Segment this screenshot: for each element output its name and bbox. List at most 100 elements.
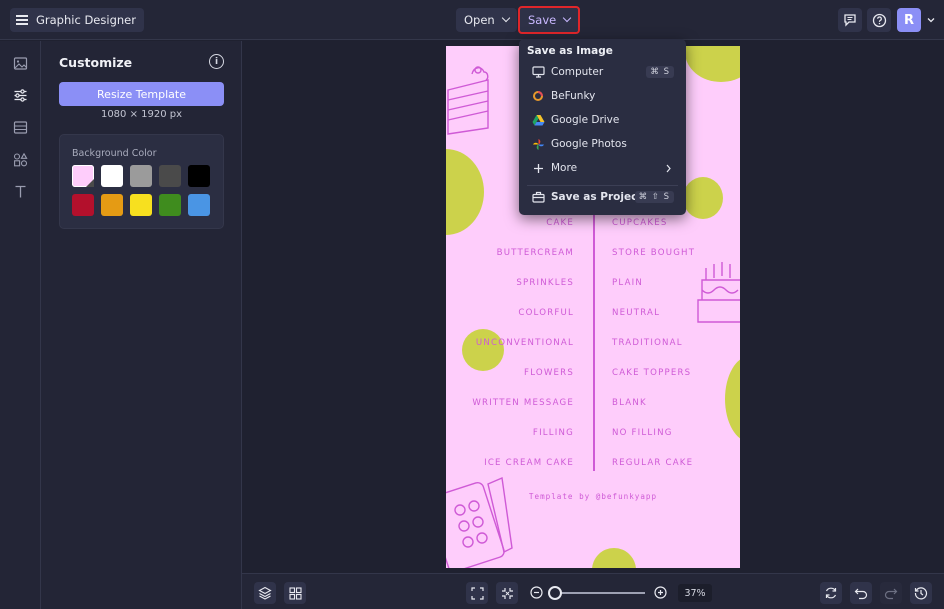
- color-swatch[interactable]: [188, 165, 210, 187]
- decor-circle: [592, 548, 636, 568]
- design-left-item: BUTTERCREAM: [496, 248, 574, 258]
- design-left-item: CAKE: [546, 218, 574, 228]
- plus-icon: [531, 161, 545, 175]
- comments-button[interactable]: [838, 8, 862, 32]
- redo-button[interactable]: [880, 582, 902, 604]
- info-icon[interactable]: i: [209, 54, 224, 69]
- design-left-item: ICE CREAM CAKE: [484, 458, 574, 468]
- menu-item-label: Computer: [551, 66, 604, 78]
- background-color-label: Background Color: [72, 148, 157, 159]
- save-computer-item[interactable]: Computer ⌘ S: [519, 61, 686, 83]
- grid-button[interactable]: [284, 582, 306, 604]
- decor-circle: [683, 177, 723, 219]
- design-left-item: UNCONVENTIONAL: [475, 338, 574, 348]
- rotate-button[interactable]: [820, 582, 842, 604]
- decor-circle: [446, 149, 484, 235]
- save-google-drive-item[interactable]: Google Drive: [519, 109, 686, 131]
- menu-item-label: Save as Project: [551, 191, 643, 203]
- decor-circle: [685, 46, 740, 82]
- save-dropdown[interactable]: Save: [518, 6, 581, 34]
- color-swatch[interactable]: [72, 194, 94, 216]
- account-chevron-icon[interactable]: [926, 15, 936, 25]
- zoom-slider-track[interactable]: [555, 592, 645, 594]
- template-dimensions: 1080 × 1920 px: [100, 109, 183, 120]
- design-right-item: NO FILLING: [612, 428, 673, 438]
- monitor-icon: [531, 65, 545, 79]
- open-dropdown[interactable]: Open: [456, 8, 517, 32]
- baking-tray-illustration: [446, 476, 513, 568]
- history-icon: [914, 587, 928, 600]
- google-drive-icon: [531, 113, 545, 127]
- shortcut-badge: ⌘ S: [646, 66, 674, 78]
- background-color-card: Background Color: [59, 134, 224, 229]
- color-swatch[interactable]: [130, 194, 152, 216]
- design-right-item: TRADITIONAL: [612, 338, 683, 348]
- template-credit: Template by @befunkyapp: [528, 492, 658, 501]
- befunky-icon: [531, 89, 545, 103]
- fit-screen-button[interactable]: [466, 582, 488, 604]
- expand-icon: [470, 586, 484, 600]
- design-right-item: CAKE TOPPERS: [612, 368, 692, 378]
- cake-slice-illustration: [447, 66, 489, 135]
- zoom-in-icon[interactable]: [654, 586, 667, 599]
- color-swatch[interactable]: [159, 194, 181, 216]
- sliders-icon[interactable]: [12, 87, 29, 104]
- swatch-selected[interactable]: [72, 165, 94, 187]
- resize-template-button[interactable]: Resize Template: [59, 82, 224, 106]
- save-google-photos-item[interactable]: Google Photos: [519, 133, 686, 155]
- tool-rail: [0, 41, 41, 609]
- zoom-slider-handle[interactable]: [548, 586, 562, 600]
- design-right-item: REGULAR CAKE: [612, 458, 694, 468]
- save-more-item[interactable]: More: [519, 157, 686, 179]
- app-menu-button[interactable]: Graphic Designer: [10, 8, 144, 32]
- image-icon[interactable]: [12, 55, 29, 72]
- comment-icon: [844, 14, 856, 27]
- selected-corner-mark: [86, 179, 94, 187]
- zoom-level[interactable]: 37%: [678, 584, 712, 602]
- text-icon[interactable]: [12, 183, 29, 200]
- design-left-item: COLORFUL: [518, 308, 574, 318]
- chevron-down-icon: [501, 13, 510, 23]
- top-bar: Graphic Designer Open Save R: [0, 0, 944, 40]
- design-left-item: SPRINKLES: [516, 278, 574, 288]
- color-swatch[interactable]: [188, 194, 210, 216]
- history-button[interactable]: [910, 582, 932, 604]
- save-as-image-heading: Save as Image: [527, 45, 613, 57]
- app-title: Graphic Designer: [36, 13, 136, 27]
- menu-item-label: Google Photos: [551, 138, 627, 150]
- color-swatch[interactable]: [130, 165, 152, 187]
- shortcut-badge: ⌘ ⇧ S: [634, 191, 674, 203]
- hamburger-icon: [16, 15, 28, 25]
- redo-icon: [884, 588, 898, 599]
- collapse-icon: [501, 587, 513, 599]
- design-right-item: BLANK: [612, 398, 647, 408]
- decor-circle: [462, 329, 504, 371]
- menu-item-label: More: [551, 162, 578, 174]
- layout-icon[interactable]: [12, 119, 29, 136]
- color-swatch[interactable]: [101, 194, 123, 216]
- layers-button[interactable]: [254, 582, 276, 604]
- shapes-icon[interactable]: [12, 151, 29, 168]
- decor-circle: [725, 356, 740, 442]
- save-befunky-item[interactable]: BeFunky: [519, 85, 686, 107]
- color-swatch[interactable]: [101, 165, 123, 187]
- help-button[interactable]: [867, 8, 891, 32]
- refresh-icon: [825, 587, 837, 599]
- undo-button[interactable]: [850, 582, 872, 604]
- avatar[interactable]: R: [897, 8, 921, 32]
- save-as-project-item[interactable]: Save as Project ⌘ ⇧ S: [519, 186, 686, 208]
- chevron-down-icon: [562, 13, 572, 23]
- design-right-item: NEUTRAL: [612, 308, 661, 318]
- zoom-out-icon[interactable]: [530, 586, 543, 599]
- design-left-item: FILLING: [532, 428, 574, 438]
- panel-title: Customize: [59, 55, 133, 70]
- design-right-item: PLAIN: [612, 278, 644, 288]
- layers-icon: [258, 586, 272, 600]
- menu-divider: [593, 211, 595, 471]
- chevron-right-icon: [666, 164, 671, 172]
- actual-size-button[interactable]: [496, 582, 518, 604]
- design-right-item: CUPCAKES: [612, 218, 668, 228]
- color-swatch[interactable]: [159, 165, 181, 187]
- open-label: Open: [464, 13, 495, 27]
- bottom-bar: 37%: [242, 573, 944, 609]
